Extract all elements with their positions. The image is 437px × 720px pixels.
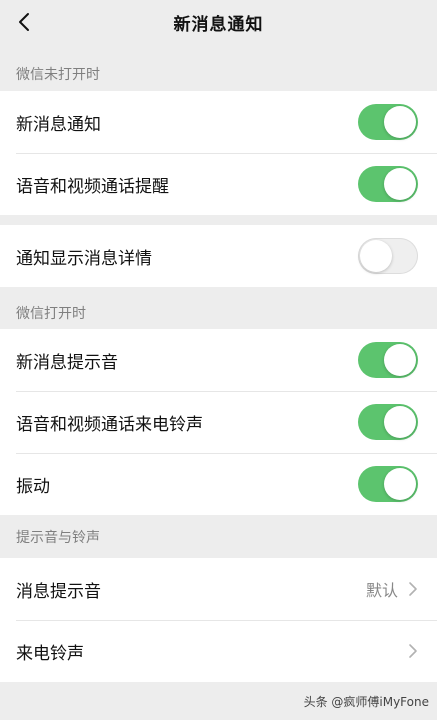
row-label: 消息提示音	[16, 581, 101, 602]
toggle-knob	[384, 344, 416, 376]
group-sounds: 消息提示音 默认 来电铃声	[0, 558, 437, 682]
message-sound-value: 默认	[365, 581, 398, 600]
toggle-knob	[384, 168, 416, 200]
new-message-sound-toggle[interactable]	[358, 342, 418, 378]
group-wechat-closed: 新消息通知 语音和视频通话提醒	[0, 91, 437, 215]
section-header-wechat-open: 微信打开时	[16, 306, 86, 322]
row-label: 语音和视频通话提醒	[16, 176, 169, 197]
toggle-knob	[384, 106, 416, 138]
row-incoming-ringtone[interactable]: 来电铃声	[0, 620, 437, 682]
chevron-right-icon	[409, 582, 417, 596]
watermark: 头条 @疯师傅iMyFone	[303, 695, 429, 709]
row-label: 新消息提示音	[16, 352, 118, 373]
group-wechat-open: 新消息提示音 语音和视频通话来电铃声 振动	[0, 329, 437, 515]
section-header-sounds: 提示音与铃声	[16, 530, 100, 546]
row-label: 通知显示消息详情	[16, 248, 152, 269]
row-show-details[interactable]: 通知显示消息详情	[0, 225, 437, 287]
toggle-knob	[384, 406, 416, 438]
toggle-knob	[360, 240, 392, 272]
call-ringtone-toggle[interactable]	[358, 404, 418, 440]
toggle-knob	[384, 468, 416, 500]
new-message-notify-toggle[interactable]	[358, 104, 418, 140]
chevron-right-icon	[409, 644, 417, 658]
chevron-left-icon	[19, 13, 29, 31]
back-button[interactable]	[8, 4, 40, 40]
row-message-sound[interactable]: 消息提示音 默认	[0, 558, 437, 620]
call-reminder-toggle[interactable]	[358, 166, 418, 202]
vibration-toggle[interactable]	[358, 466, 418, 502]
row-call-ringtone[interactable]: 语音和视频通话来电铃声	[0, 391, 437, 453]
row-label: 来电铃声	[16, 643, 84, 664]
group-notification-details: 通知显示消息详情	[0, 225, 437, 287]
row-vibration[interactable]: 振动	[0, 453, 437, 515]
row-label: 语音和视频通话来电铃声	[16, 414, 203, 435]
row-new-message-sound[interactable]: 新消息提示音	[0, 329, 437, 391]
section-header-wechat-closed: 微信未打开时	[16, 67, 100, 83]
page-title: 新消息通知	[173, 14, 264, 35]
row-label: 振动	[16, 476, 50, 497]
row-call-reminder[interactable]: 语音和视频通话提醒	[0, 153, 437, 215]
row-label: 新消息通知	[16, 114, 101, 135]
show-details-toggle[interactable]	[358, 238, 418, 274]
nav-bar: 新消息通知	[0, 0, 437, 44]
settings-page: 新消息通知 微信未打开时 新消息通知 语音和视频通话提醒 通知显示消息详情 微信…	[0, 0, 437, 720]
row-new-message-notify[interactable]: 新消息通知	[0, 91, 437, 153]
